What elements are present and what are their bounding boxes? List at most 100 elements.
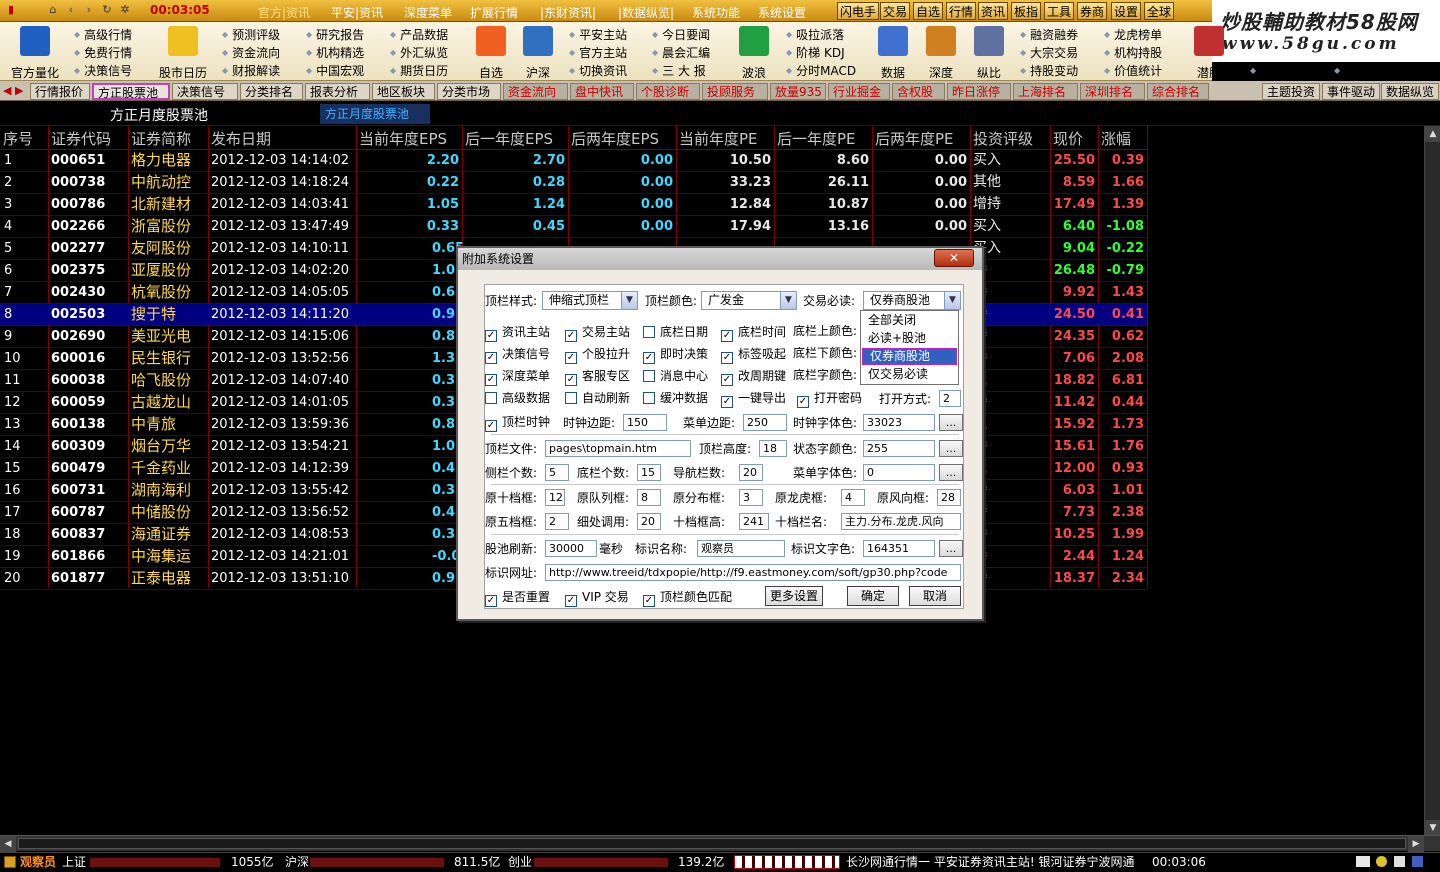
checkbox-6[interactable]: ✓ 即时决策 <box>643 347 708 364</box>
checkbox-4[interactable]: ✓ 决策信号 <box>485 347 550 364</box>
input-top_file[interactable]: pages\topmain.htm <box>545 440 691 457</box>
toolbar-item-6-1[interactable]: 阶梯 KDJ <box>786 45 844 61</box>
dropdown-option-3[interactable]: 仅交易必读 <box>862 366 957 383</box>
tab-pool[interactable]: 方正月度股票池 <box>320 104 430 124</box>
toolbar-item-8-1[interactable]: 机构持股 <box>1104 45 1162 61</box>
tab-10[interactable]: 投顾服务 <box>702 83 768 100</box>
tab-16[interactable]: 深圳排名 <box>1080 83 1145 100</box>
toolbar-item-4-2[interactable]: 切换资讯 <box>569 63 627 79</box>
dropdown-option-2[interactable]: 仅券商股池 <box>862 348 957 365</box>
checkbox-box[interactable]: ✓ <box>485 420 497 432</box>
top-button-0[interactable]: 闪电手 <box>837 2 880 20</box>
top-button-6[interactable]: 工具 <box>1044 2 1075 20</box>
checkbox-box[interactable]: ✓ <box>721 396 733 408</box>
input-ten_height[interactable]: 241 <box>739 513 769 530</box>
top-button-1[interactable]: 交易 <box>880 2 911 20</box>
tab-0[interactable]: 行情报价 <box>30 83 90 100</box>
toolbar-0[interactable]: 官方量化 <box>6 24 64 80</box>
menu-2[interactable]: 深度菜单 <box>404 4 452 21</box>
toolbar-item-9-0[interactable]: 行业资讯 <box>1250 63 1308 79</box>
tab-12[interactable]: 行业掘金 <box>828 83 890 100</box>
input-ten_name[interactable]: 主力.分布.龙虎.风向 <box>841 513 961 530</box>
checkbox-11[interactable]: ✓ 改周期键 <box>721 369 786 386</box>
tab-13[interactable]: 含权股 <box>892 83 945 100</box>
toolbar-item-6-2[interactable]: 分时MACD <box>786 63 856 79</box>
header-cell[interactable]: 当前年度PE <box>679 128 758 149</box>
toolbar-item-2-1[interactable]: 机构精选 <box>306 45 364 61</box>
refresh-icon[interactable]: ↻ <box>100 3 114 17</box>
trade-must-dropdown-list[interactable]: 全部关闭 必读+股池 仅券商股池 仅交易必读 <box>860 310 959 385</box>
bottom-checkbox-1[interactable]: ✓ VIP 交易 <box>565 590 629 607</box>
checkbox-box[interactable]: ✓ <box>565 374 577 386</box>
top-button-3[interactable]: 行情 <box>946 2 977 20</box>
input-clock_margin[interactable]: 150 <box>623 414 667 431</box>
checkbox-box[interactable]: ✓ <box>643 352 655 364</box>
scroll-right-icon[interactable]: ▶ <box>1408 836 1424 852</box>
checkbox-15[interactable]: ✓ 一键导出 <box>721 391 786 408</box>
toolbar-item-3-0[interactable]: 产品数据 <box>390 27 448 43</box>
table-row[interactable]: 4 002266 浙富股份 2012-12-03 13:47:49 0.33 0.45 0.… <box>0 216 1147 238</box>
header-cell[interactable]: 发布日期 <box>211 128 271 149</box>
toolbar-8[interactable]: 潜股 <box>1190 24 1228 80</box>
checkbox-box[interactable]: ✓ <box>485 330 497 342</box>
scroll-track[interactable] <box>18 838 1406 849</box>
top-button-4[interactable]: 资讯 <box>978 2 1009 20</box>
toolbar-item-6-0[interactable]: 吸拉派落 <box>786 27 844 43</box>
checkbox-box[interactable] <box>643 326 655 338</box>
toolbar-item-7-2[interactable]: 持股变动 <box>1020 63 1078 79</box>
input-bottom_count[interactable]: 15 <box>637 464 661 481</box>
tab-3[interactable]: 分类排名 <box>240 83 303 100</box>
checkbox-box[interactable]: ✓ <box>643 595 655 607</box>
input-detail_call[interactable]: 20 <box>637 513 661 530</box>
tab-2[interactable]: 决策信号 <box>172 83 238 100</box>
tab-1[interactable]: 方正股票池 <box>92 83 170 100</box>
horizontal-scrollbar[interactable]: ◀ ▶ <box>0 835 1440 852</box>
checkbox-box[interactable]: ✓ <box>721 330 733 342</box>
toolbar-item-3-2[interactable]: 期货日历 <box>390 63 448 79</box>
header-cell[interactable]: 后两年度EPS <box>571 128 659 149</box>
toolbar-item-7-0[interactable]: 融资融券 <box>1020 27 1078 43</box>
checkbox-0[interactable]: ✓ 资讯主站 <box>485 325 550 342</box>
toolbar-item-2-2[interactable]: 中国宏观 <box>306 63 364 79</box>
toolbar-item-4-0[interactable]: 平安主站 <box>569 27 627 43</box>
dropdown-option-1[interactable]: 必读+股池 <box>862 330 957 347</box>
top-button-7[interactable]: 券商 <box>1077 2 1108 20</box>
checkbox-1[interactable]: ✓ 交易主站 <box>565 325 630 342</box>
checkbox-5[interactable]: ✓ 个股拉升 <box>565 347 630 364</box>
header-cell[interactable]: 涨幅 <box>1101 128 1131 149</box>
checkbox-8[interactable]: ✓ 深度菜单 <box>485 369 550 386</box>
input-five_frame[interactable]: 2 <box>545 513 569 530</box>
dots-button[interactable]: ... <box>939 414 963 431</box>
menu-7[interactable]: 系统设置 <box>758 4 806 21</box>
header-cell[interactable]: 后一年度EPS <box>465 128 553 149</box>
toolbar-6[interactable]: 深度 <box>924 24 958 80</box>
select-top_style[interactable]: 伸缩式顶栏 ▼ <box>542 291 638 310</box>
checkbox-box[interactable] <box>485 392 497 404</box>
input-menu_font_color[interactable]: 0 <box>863 464 935 481</box>
input-dragon_frame[interactable]: 4 <box>841 489 865 506</box>
mail-icon[interactable] <box>1356 856 1370 867</box>
bottom-checkbox-0[interactable]: ✓ 是否重置 <box>485 590 550 607</box>
more-settings-button[interactable]: 更多设置 <box>765 586 823 606</box>
select-top_color[interactable]: 广发金 ▼ <box>701 291 797 310</box>
toolbar-item-3-1[interactable]: 外汇纵览 <box>390 45 448 61</box>
tab-4[interactable]: 报表分析 <box>305 83 370 100</box>
header-cell[interactable]: 证券简称 <box>131 128 191 149</box>
tab-7[interactable]: 资金流向 <box>503 83 568 100</box>
back-icon[interactable]: ‹ <box>64 3 78 17</box>
input-menu_margin[interactable]: 250 <box>743 414 787 431</box>
checkbox-box[interactable]: ✓ <box>721 352 733 364</box>
header-cell[interactable]: 当前年度EPS <box>359 128 447 149</box>
toolbar-7[interactable]: 纵比 <box>970 24 1008 80</box>
menu-3[interactable]: 扩展行情 <box>470 4 518 21</box>
checkbox-box[interactable]: ✓ <box>565 352 577 364</box>
checkbox-box[interactable] <box>643 392 655 404</box>
checkbox-10[interactable]: 消息中心 <box>643 369 708 383</box>
toolbar-item-5-0[interactable]: 今日要闻 <box>652 27 710 43</box>
dots-button[interactable]: ... <box>939 440 963 457</box>
input-top_height[interactable]: 18 <box>759 440 787 457</box>
menu-6[interactable]: 系统功能 <box>692 4 740 21</box>
header-cell[interactable]: 证券代码 <box>51 128 111 149</box>
chevron-down-icon[interactable]: ▼ <box>621 292 637 309</box>
table-row[interactable]: 3 000786 北新建材 2012-12-03 14:03:41 1.05 1.24 0.… <box>0 194 1147 216</box>
